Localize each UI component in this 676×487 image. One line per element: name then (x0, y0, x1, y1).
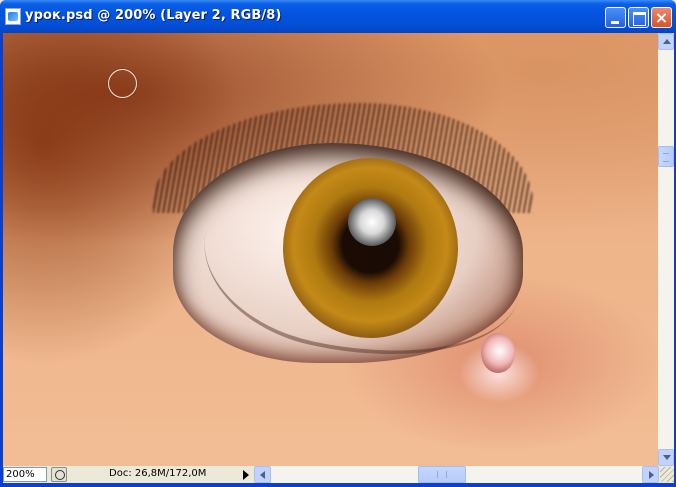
zoom-level-field[interactable]: 200% (3, 467, 47, 482)
status-menu-arrow-icon[interactable] (243, 470, 249, 480)
vertical-scrollbar[interactable] (658, 33, 674, 466)
maximize-button[interactable] (628, 7, 649, 28)
document-size-info: Doc: 26,8M/172,0M (109, 468, 207, 479)
horizontal-scroll-thumb[interactable] (418, 466, 466, 483)
brush-cursor-icon (108, 69, 137, 98)
arrow-down-icon (663, 455, 671, 460)
arrow-left-icon (260, 471, 265, 479)
scroll-right-button[interactable] (642, 466, 659, 483)
close-button[interactable]: × (651, 7, 672, 28)
tear-duct (481, 333, 515, 373)
resize-grip-icon[interactable] (660, 467, 674, 482)
scroll-left-button[interactable] (254, 466, 271, 483)
scroll-down-button[interactable] (658, 449, 674, 466)
horizontal-scrollbar[interactable] (254, 466, 659, 483)
window-title: урок.psd @ 200% (Layer 2, RGB/8) (25, 8, 282, 23)
eye-iris (283, 158, 458, 338)
minimize-button[interactable] (605, 7, 626, 28)
arrow-right-icon (649, 471, 654, 479)
status-bar: 200% Doc: 26,8M/172,0M (3, 466, 674, 483)
navigator-icon[interactable] (51, 467, 67, 482)
close-icon: × (654, 8, 669, 27)
pupil-highlight (348, 198, 396, 246)
title-bar[interactable]: урок.psd @ 200% (Layer 2, RGB/8) × (0, 0, 676, 33)
vertical-scroll-thumb[interactable] (658, 146, 674, 167)
image-canvas[interactable] (3, 33, 658, 466)
document-window: урок.psd @ 200% (Layer 2, RGB/8) × 200% … (0, 0, 676, 487)
arrow-up-icon (663, 39, 671, 44)
photoshop-document-icon[interactable] (5, 8, 21, 25)
scroll-up-button[interactable] (658, 33, 674, 50)
